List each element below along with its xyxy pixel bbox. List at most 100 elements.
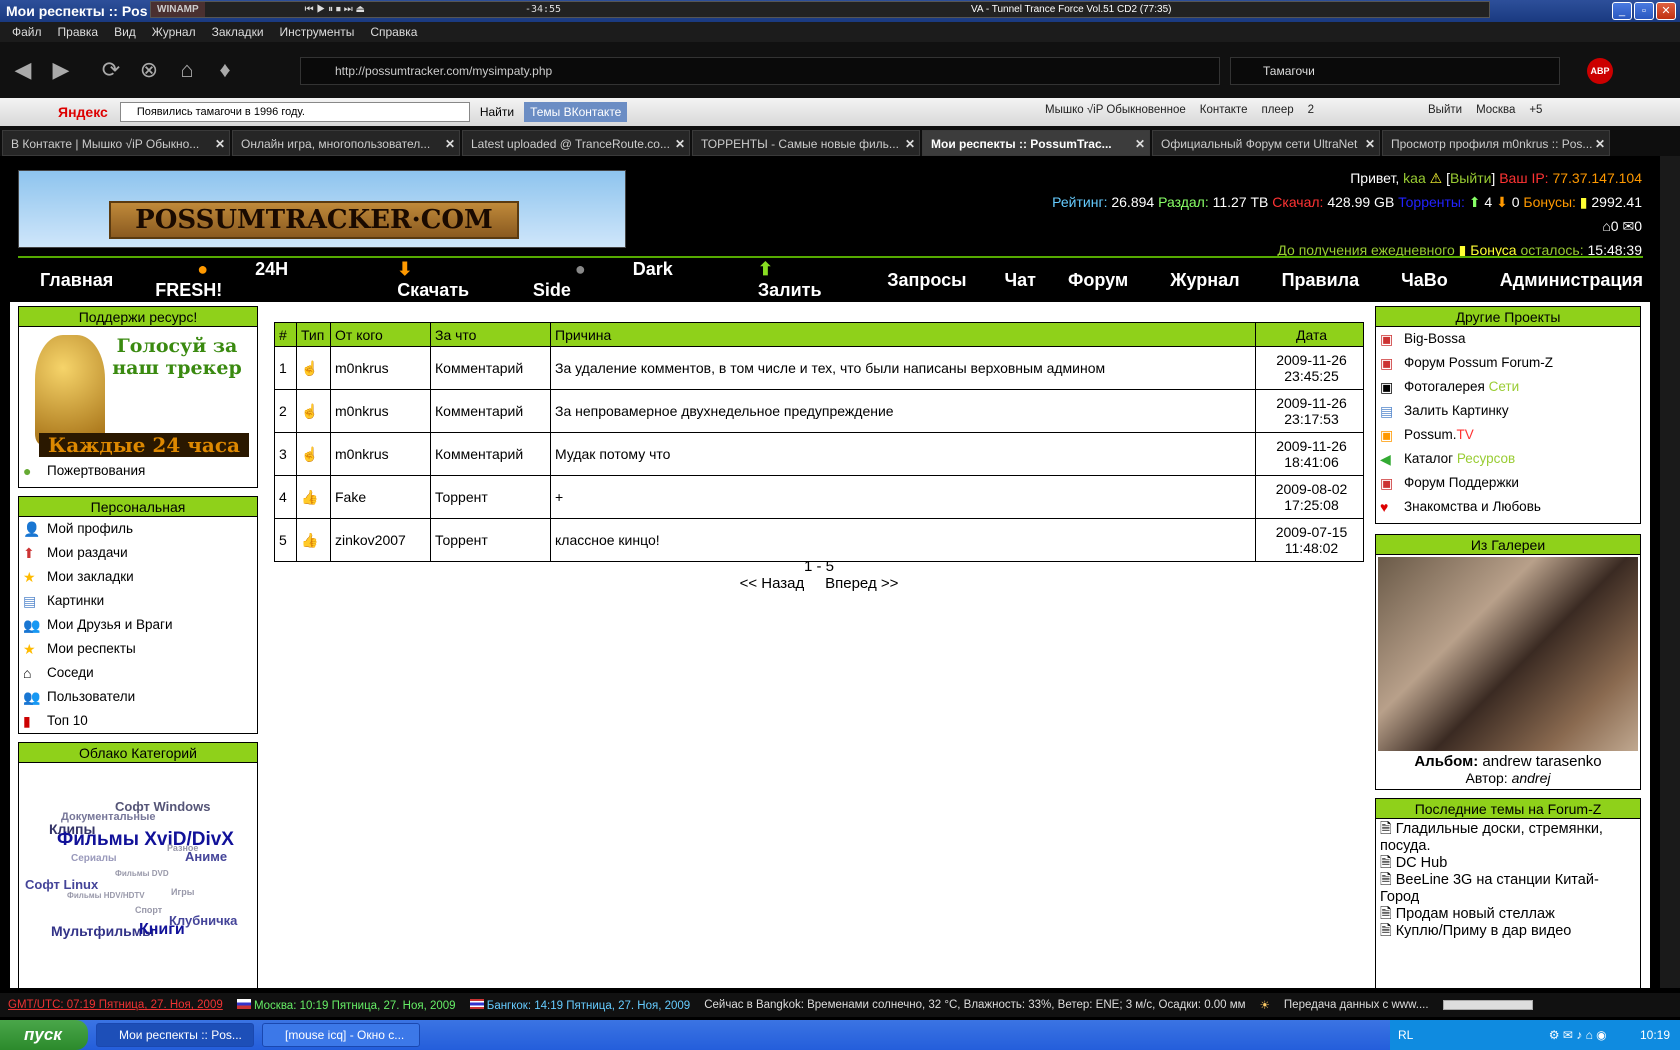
menu-edit[interactable]: Правка [58, 25, 99, 39]
logout-link[interactable]: Выйти [1428, 104, 1462, 116]
author-name[interactable]: andrej [1512, 770, 1551, 786]
page-scrollbar[interactable] [1660, 156, 1680, 988]
minimize-button[interactable]: _ [1612, 2, 1632, 20]
project-possum-tv[interactable]: ▣ Possum.TV [1376, 423, 1640, 447]
outbox-icon[interactable]: ✉ [1622, 218, 1634, 234]
menu-my-bookmarks[interactable]: ★ Мои закладки [19, 565, 257, 589]
project-forum-z[interactable]: ▣ Форум Possum Forum-Z [1376, 351, 1640, 375]
tab-torrents[interactable]: ТОРРЕНТЫ - Самые новые филь... ✕ [692, 130, 920, 156]
nav-upload[interactable]: ⬆ Залить [716, 259, 845, 301]
nav-administration[interactable]: Администрация [1500, 270, 1643, 291]
project-photo-gallery[interactable]: ▣ Фотогалерея Сети [1376, 375, 1640, 399]
row-from-user[interactable]: Fake [330, 475, 431, 519]
forum-topic-link[interactable]: 🗎 BeeLine 3G на станции Китай-Город [1380, 872, 1636, 906]
project-support-forum[interactable]: ▣ Форум Поддержки [1376, 471, 1640, 495]
menu-tools[interactable]: Инструменты [280, 25, 355, 39]
tag-dvd-movies[interactable]: Фильмы DVD [115, 869, 169, 878]
menu-my-profile[interactable]: 👤 Мой профиль [19, 517, 257, 541]
menu-users[interactable]: 👥 Пользователи [19, 685, 257, 709]
menu-my-respects[interactable]: ★ Мои респекты [19, 637, 257, 661]
close-tab-icon[interactable]: ✕ [445, 131, 455, 155]
tag-soft-linux[interactable]: Софт Linux [25, 877, 98, 892]
nav-home[interactable]: Главная [40, 270, 113, 291]
username-link[interactable]: kaa [1403, 170, 1426, 186]
friends-count[interactable]: 2 [1308, 104, 1314, 116]
menu-help[interactable]: Справка [370, 25, 417, 39]
menu-pictures[interactable]: ▤ Картинки [19, 589, 257, 613]
menu-my-uploads[interactable]: ⬆ Мои раздачи [19, 541, 257, 565]
prev-page-link[interactable]: << Назад [740, 575, 805, 592]
row-from-user[interactable]: m0nkrus [330, 389, 431, 433]
addon-icon[interactable]: ♦ [210, 55, 240, 85]
forum-topic-link[interactable]: 🗎 DC Hub [1380, 855, 1636, 872]
vk-topics-button[interactable]: Темы ВКонтакте [524, 102, 628, 122]
row-from-user[interactable]: m0nkrus [330, 432, 431, 476]
tag-sport[interactable]: Спорт [135, 905, 162, 915]
menu-view[interactable]: Вид [114, 25, 136, 39]
tab-online-game[interactable]: Онлайн игра, многопользовател... ✕ [232, 130, 460, 156]
yandex-search-input[interactable]: Появились тамагочи в 1996 году. [119, 102, 470, 122]
nav-rules[interactable]: Правила [1282, 270, 1360, 291]
tab-ultranet-forum[interactable]: Официальный Форум сети UltraNet ✕ [1152, 130, 1380, 156]
tag-xvid-movies[interactable]: Фильмы XviD/DivX [57, 829, 234, 851]
start-button[interactable]: пуск [0, 1020, 88, 1050]
adblock-icon[interactable]: ABP [1587, 58, 1613, 84]
nav-dark-side[interactable]: ● Dark Side [533, 259, 674, 301]
url-input[interactable]: http://possumtracker.com/mysimpaty.php [300, 57, 1220, 85]
tag-books[interactable]: Книги [139, 921, 185, 939]
logout-link[interactable]: Выйти [1450, 170, 1491, 186]
winamp-controls[interactable]: ⏮ ▶ ⏸ ⏹ ⏭ ⏏ [305, 4, 365, 15]
donate-link[interactable]: ● Пожертвования [19, 459, 257, 483]
bonus-value[interactable]: 2992.41 [1591, 194, 1642, 210]
tab-vkontakte[interactable]: В Контакте | Мышко √iP Обыкно... ✕ [2, 130, 230, 156]
site-logo[interactable]: POSSUMTRACKER·COM [18, 170, 626, 248]
close-button[interactable]: ✕ [1656, 2, 1676, 20]
tag-games[interactable]: Игры [171, 887, 194, 897]
back-icon[interactable]: ◀ [8, 55, 38, 85]
home-icon[interactable]: ⌂ [172, 55, 202, 85]
tab-tranceroute[interactable]: Latest uploaded @ TranceRoute.co... ✕ [462, 130, 690, 156]
close-tab-icon[interactable]: ✕ [1135, 131, 1145, 155]
close-tab-icon[interactable]: ✕ [675, 131, 685, 155]
nav-download[interactable]: ⬇ Скачать [355, 259, 491, 301]
row-from-user[interactable]: zinkov2007 [330, 518, 431, 562]
close-tab-icon[interactable]: ✕ [1365, 131, 1375, 155]
yandex-find-button[interactable]: Найти [480, 105, 514, 119]
inbox-icon[interactable]: ⌂ [1602, 218, 1610, 234]
album-name[interactable]: andrew tarasenko [1482, 753, 1601, 770]
forum-topic-link[interactable]: 🗎 Куплю/Приму в дар видео [1380, 923, 1636, 940]
close-tab-icon[interactable]: ✕ [215, 131, 225, 155]
nav-requests[interactable]: Запросы [887, 270, 966, 291]
tab-my-respects[interactable]: Мои респекты :: PossumTrac... ✕ [922, 130, 1150, 156]
project-big-bossa[interactable]: ▣ Big-Bossa [1376, 327, 1640, 351]
nav-faq[interactable]: ЧаВо [1401, 270, 1448, 291]
reload-icon[interactable]: ⟳ [96, 55, 126, 85]
nav-journal[interactable]: Журнал [1170, 270, 1239, 291]
forum-topic-link[interactable]: 🗎 Продам новый стеллаж [1380, 906, 1636, 923]
player-link[interactable]: плеер [1261, 104, 1293, 116]
taskbar-icq[interactable]: [mouse icq] - Окно с... [262, 1023, 420, 1047]
menu-friends-enemies[interactable]: 👥 Мои Друзья и Враги [19, 613, 257, 637]
vote-banner[interactable]: Голосуй за наш трекер Каждые 24 часа [19, 327, 257, 459]
tag-hdtv-movies[interactable]: Фильмы HDV/HDTV [67, 891, 145, 900]
close-tab-icon[interactable]: ✕ [905, 131, 915, 155]
nav-chat[interactable]: Чат [1005, 270, 1036, 291]
maximize-button[interactable]: ▫ [1634, 2, 1654, 20]
nav-forum[interactable]: Форум [1068, 270, 1128, 291]
menu-file[interactable]: Файл [12, 25, 42, 39]
menu-bookmarks[interactable]: Закладки [212, 25, 264, 39]
forum-topic-link[interactable]: 🗎 Гладильные доски, стремянки, посуда. [1380, 821, 1636, 855]
nav-24h-fresh[interactable]: ● 24H FRESH! [155, 259, 313, 301]
search-input[interactable]: Тамагочи [1230, 57, 1560, 85]
city-weather[interactable]: Москва [1476, 104, 1515, 116]
close-tab-icon[interactable]: ✕ [1595, 131, 1605, 155]
tab-profile[interactable]: Просмотр профиля m0nkrus :: Pos... ✕ [1382, 130, 1610, 156]
vk-contact-link[interactable]: Контакте [1200, 104, 1248, 116]
language-indicator[interactable]: RL [1398, 1020, 1413, 1050]
row-from-user[interactable]: m0nkrus [330, 346, 431, 390]
project-upload-picture[interactable]: ▤ Залить Картинку [1376, 399, 1640, 423]
winamp-bar[interactable]: WINAMP ⏮ ▶ ⏸ ⏹ ⏭ ⏏ -34:55 VA - Tunnel Tr… [150, 1, 1490, 18]
taskbar-firefox[interactable]: Мои респекты :: Pos... [96, 1023, 254, 1047]
project-resource-catalog[interactable]: ◀ Каталог Ресурсов [1376, 447, 1640, 471]
project-dating[interactable]: ♥ Знакомства и Любовь [1376, 495, 1640, 519]
